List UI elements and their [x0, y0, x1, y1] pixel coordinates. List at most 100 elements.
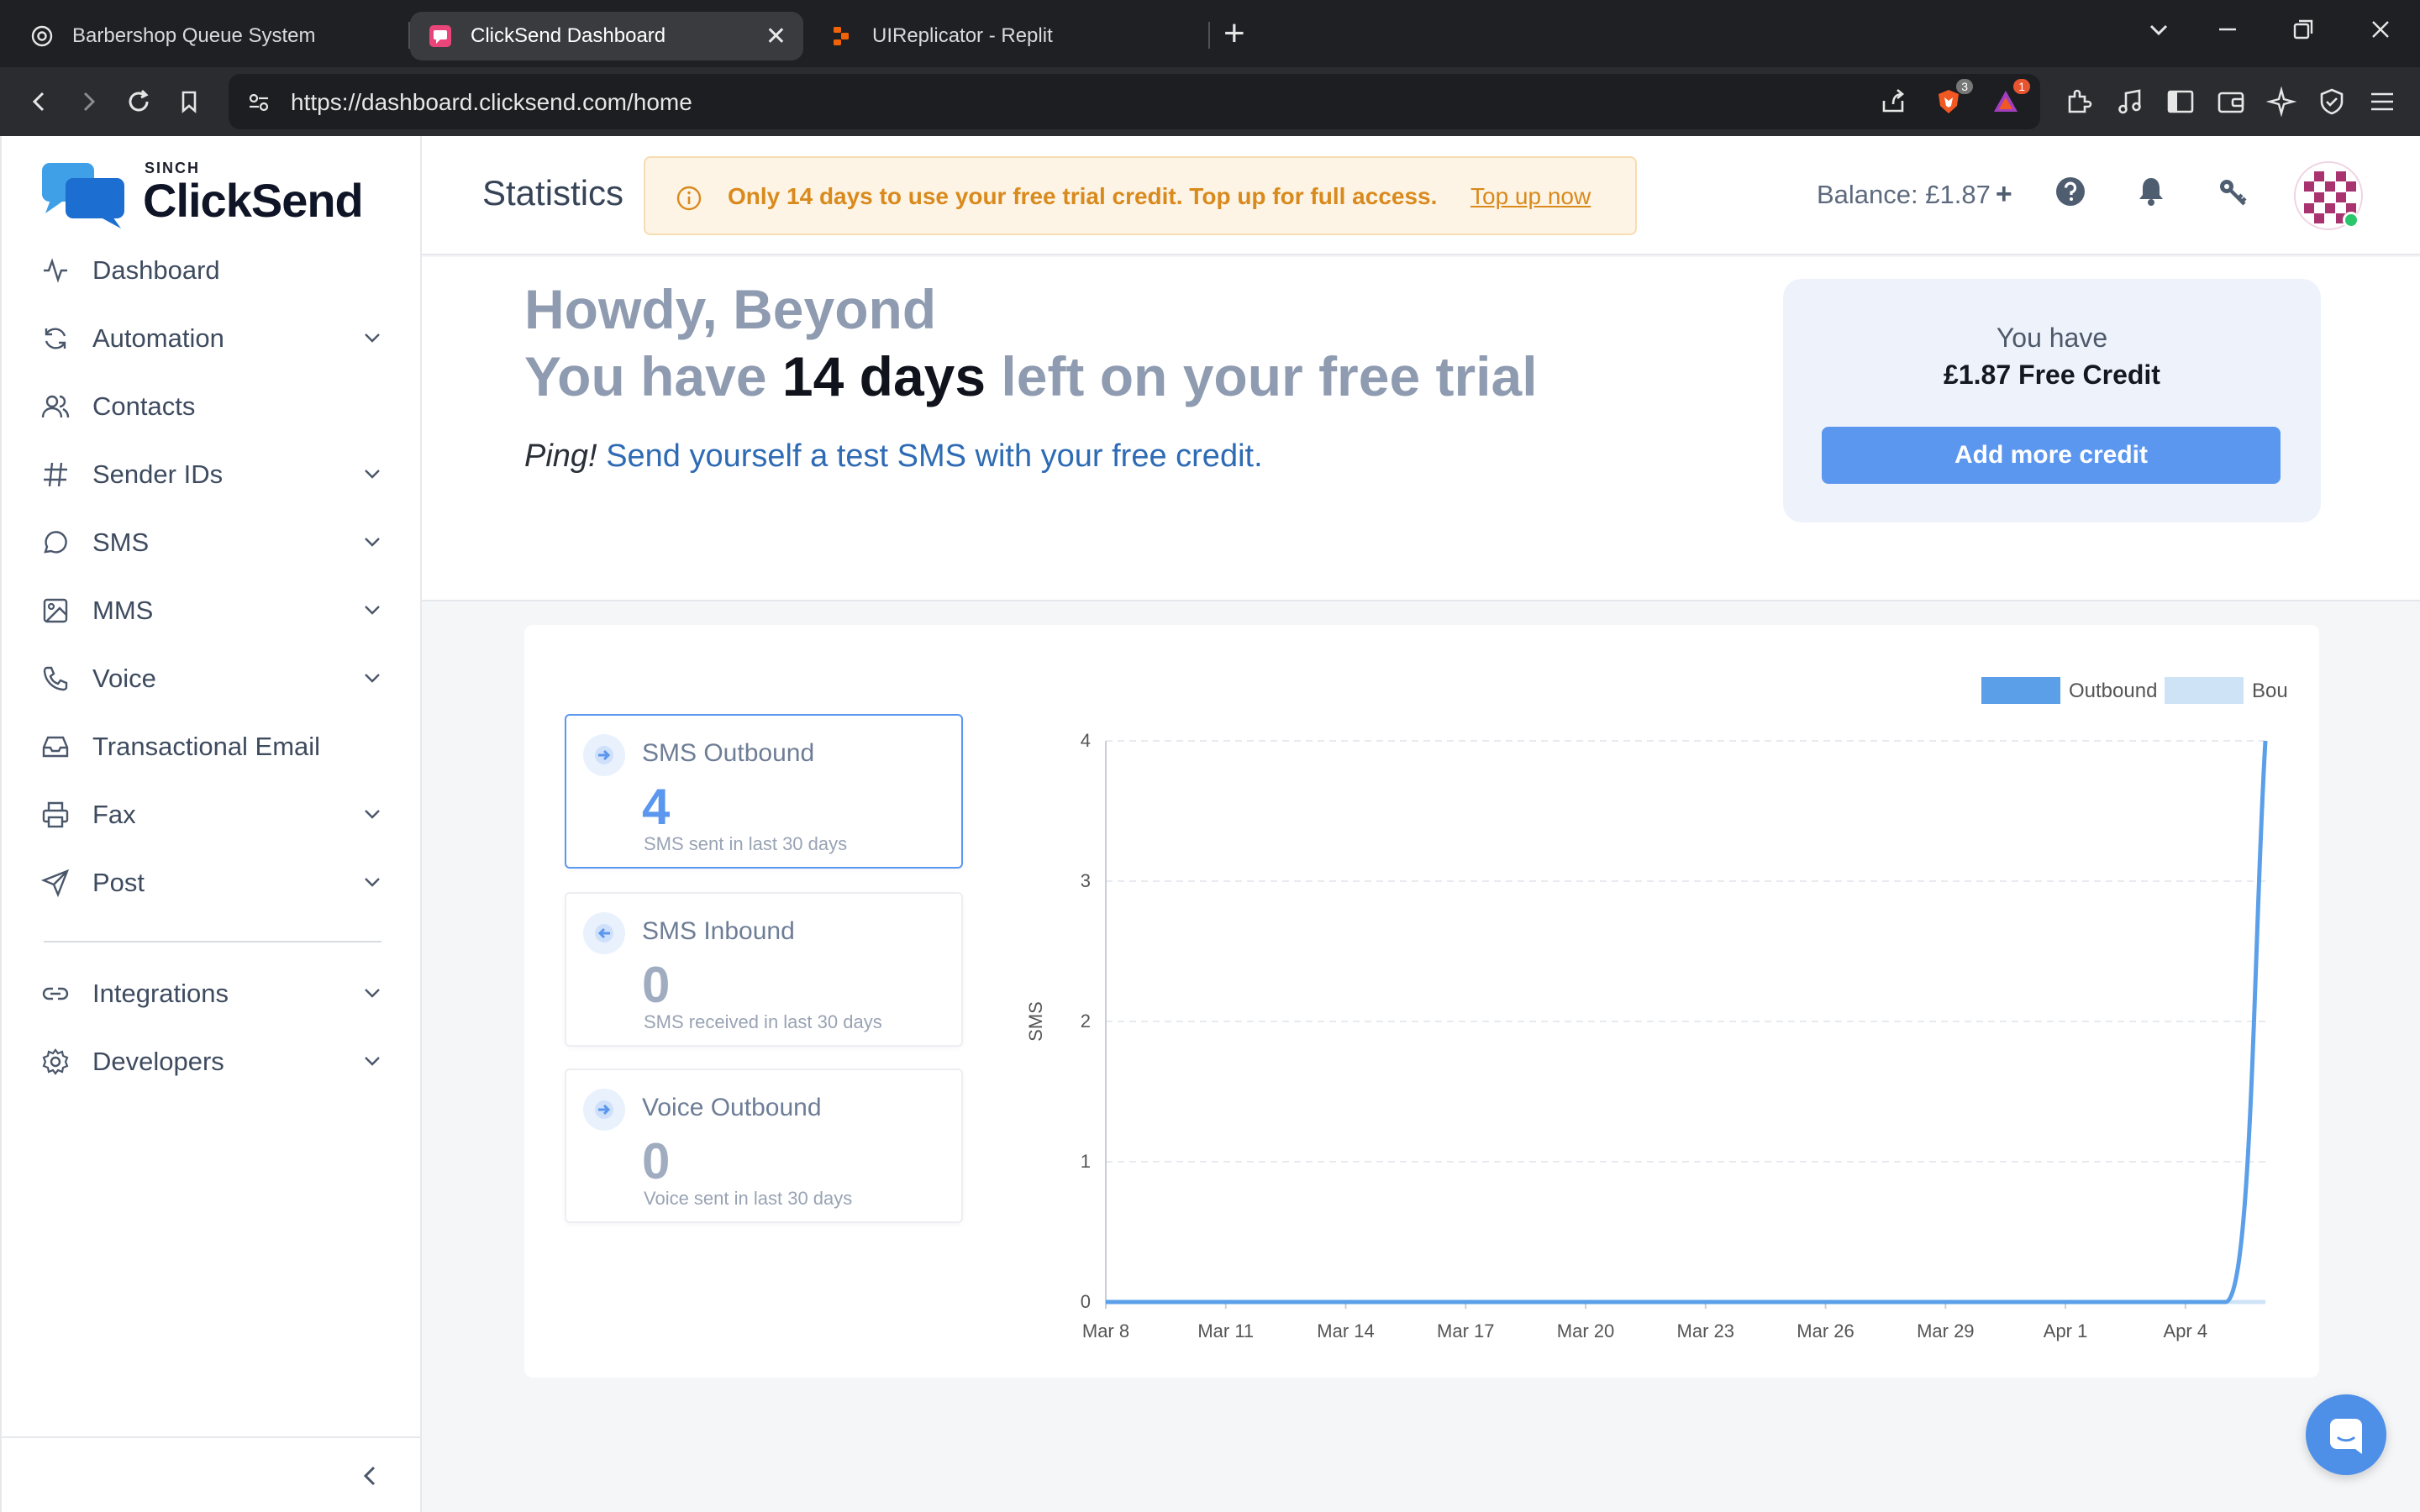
- help-icon[interactable]: [2054, 175, 2087, 208]
- legend-label-outbound: Outbound: [2069, 680, 2157, 702]
- y-tick-label: 4: [1081, 730, 1091, 751]
- sidebar-item-label: Automation: [92, 323, 224, 353]
- test-sms-prompt: Ping! Send yourself a test SMS with your…: [524, 438, 1263, 475]
- sidebar-item-voice[interactable]: Voice: [39, 654, 383, 704]
- close-tab-icon[interactable]: ✕: [765, 22, 786, 51]
- browser-tab-barbershop[interactable]: Barbershop Queue System: [12, 12, 407, 60]
- sidebar-item-dashboard[interactable]: Dashboard: [39, 245, 383, 296]
- add-balance-button[interactable]: +: [1996, 178, 2012, 210]
- sidebar-item-integrations[interactable]: Integrations: [39, 969, 383, 1019]
- sidebar-toggle-icon[interactable]: [2163, 84, 2198, 119]
- browser-tab-clicksend[interactable]: ClickSend Dashboard ✕: [410, 12, 803, 60]
- chat-icon: [2330, 1419, 2362, 1454]
- chevron-down-icon: [365, 810, 380, 819]
- leo-ai-icon[interactable]: [2264, 84, 2299, 119]
- extensions-icon[interactable]: [2060, 84, 2096, 119]
- forward-icon[interactable]: [71, 84, 106, 119]
- stat-subtext: Voice sent in last 30 days: [644, 1188, 853, 1209]
- credit-amount: £1.87 Free Credit: [1944, 360, 2160, 390]
- sidebar-item-label: MMS: [92, 596, 154, 625]
- stat-label: SMS Inbound: [642, 917, 795, 945]
- stat-value: 0: [642, 957, 671, 1013]
- chevron-down-icon: [365, 989, 380, 998]
- close-window-icon[interactable]: [2368, 17, 2393, 49]
- x-tick-label: Apr 4: [2164, 1320, 2208, 1341]
- wallet-icon[interactable]: [2213, 84, 2249, 119]
- chart-canvas: 0 1 2 3 4 SMS Mar 8 Mar 11 Mar 14 Mar 17 Mar 20 Mar…: [1025, 677, 2289, 1341]
- sidebar-item-label: Integrations: [92, 979, 229, 1008]
- data-point: [1505, 1301, 1507, 1303]
- data-point: [1225, 1301, 1227, 1303]
- back-icon[interactable]: [22, 84, 57, 119]
- sidebar-item-fax[interactable]: Fax: [39, 790, 383, 840]
- data-point: [1905, 1301, 1907, 1303]
- key-icon[interactable]: [2217, 175, 2250, 208]
- minimize-icon[interactable]: [2215, 17, 2240, 49]
- top-up-link[interactable]: Top up now: [1470, 183, 1591, 210]
- tab-search-icon[interactable]: [2146, 17, 2171, 49]
- activity-icon: [39, 254, 72, 287]
- sidebar-item-transactional-email[interactable]: Transactional Email: [39, 722, 383, 772]
- sidebar-item-label: Contacts: [92, 391, 196, 421]
- add-more-credit-button[interactable]: Add more credit: [1822, 427, 2281, 484]
- welcome-section: Howdy, Beyond You have 14 days left on y…: [422, 257, 2420, 601]
- top-header: Statistics Only 14 days to use your free…: [422, 136, 2420, 255]
- free-credit-card: You have £1.87 Free Credit Add more cred…: [1783, 279, 2321, 522]
- bell-icon[interactable]: [2134, 175, 2168, 208]
- stat-subtext: SMS sent in last 30 days: [644, 833, 848, 854]
- tab-separator: [1208, 22, 1210, 49]
- sidebar-item-automation[interactable]: Automation: [39, 313, 383, 364]
- data-point: [1544, 1301, 1546, 1303]
- data-point: [2224, 1301, 2226, 1303]
- sidebar-divider: [44, 941, 381, 942]
- sidebar-item-contacts[interactable]: Contacts: [39, 381, 383, 432]
- stat-value: 0: [642, 1133, 671, 1189]
- message-icon: [39, 526, 72, 559]
- chevron-down-icon: [365, 333, 380, 343]
- clicksend-logo[interactable]: SINCH ClickSend: [40, 156, 393, 234]
- reload-icon[interactable]: [121, 84, 156, 119]
- data-point: [1985, 1301, 1986, 1303]
- support-chat-button[interactable]: [2306, 1394, 2386, 1475]
- y-tick-label: 2: [1081, 1011, 1091, 1032]
- bookmark-icon[interactable]: [171, 84, 207, 119]
- sidebar-item-sender-ids[interactable]: Sender IDs: [39, 449, 383, 500]
- vpn-shield-icon[interactable]: [2314, 84, 2349, 119]
- sidebar-item-mms[interactable]: MMS: [39, 585, 383, 636]
- balance-display[interactable]: Balance: £1.87 +: [1817, 178, 2012, 211]
- brave-shields-icon[interactable]: 3: [1931, 79, 1973, 119]
- stat-card-sms-inbound[interactable]: SMS Inbound 0 SMS received in last 30 da…: [565, 892, 963, 1047]
- address-bar[interactable]: https://dashboard.clicksend.com/home 3 1: [229, 74, 2040, 129]
- data-point: [1705, 1301, 1707, 1303]
- share-icon[interactable]: [1876, 84, 1911, 119]
- x-tick-label: Apr 1: [2044, 1320, 2088, 1341]
- test-sms-link[interactable]: Send yourself a test SMS with your free …: [606, 438, 1262, 474]
- menu-icon[interactable]: [2365, 84, 2400, 119]
- sidebar-item-developers[interactable]: Developers: [39, 1037, 383, 1087]
- sidebar-item-sms[interactable]: SMS: [39, 517, 383, 568]
- phone-icon: [39, 662, 72, 696]
- y-tick-label: 1: [1081, 1151, 1091, 1172]
- sidebar-item-post[interactable]: Post: [39, 858, 383, 908]
- chevron-down-icon: [365, 878, 380, 887]
- data-point: [1465, 1301, 1466, 1303]
- credit-label: You have: [1996, 323, 2108, 353]
- data-point: [2185, 1301, 2186, 1303]
- stat-value: 4: [642, 779, 671, 835]
- image-icon: [39, 594, 72, 627]
- stat-card-voice-outbound[interactable]: Voice Outbound 0 Voice sent in last 30 d…: [565, 1068, 963, 1223]
- stat-card-sms-outbound[interactable]: SMS Outbound 4 SMS sent in last 30 days: [565, 714, 963, 869]
- brave-rewards-icon[interactable]: 1: [1988, 79, 2030, 119]
- site-settings-icon[interactable]: [242, 86, 276, 119]
- statistics-card: SMS Outbound 4 SMS sent in last 30 days …: [524, 625, 2319, 1378]
- media-icon[interactable]: [2112, 84, 2148, 119]
- new-tab-button[interactable]: +: [1223, 15, 1245, 52]
- collapse-sidebar-icon[interactable]: [356, 1462, 385, 1490]
- browser-toolbar: https://dashboard.clicksend.com/home 3 1: [0, 67, 2420, 136]
- browser-tab-replit[interactable]: UIReplicator - Replit: [812, 12, 1207, 60]
- chevron-down-icon: [365, 606, 380, 615]
- restore-icon[interactable]: [2291, 17, 2316, 49]
- data-point: [1665, 1301, 1666, 1303]
- sidebar: SINCH ClickSend Dashboard Automation Con…: [0, 136, 422, 1512]
- openai-icon: [30, 24, 54, 48]
